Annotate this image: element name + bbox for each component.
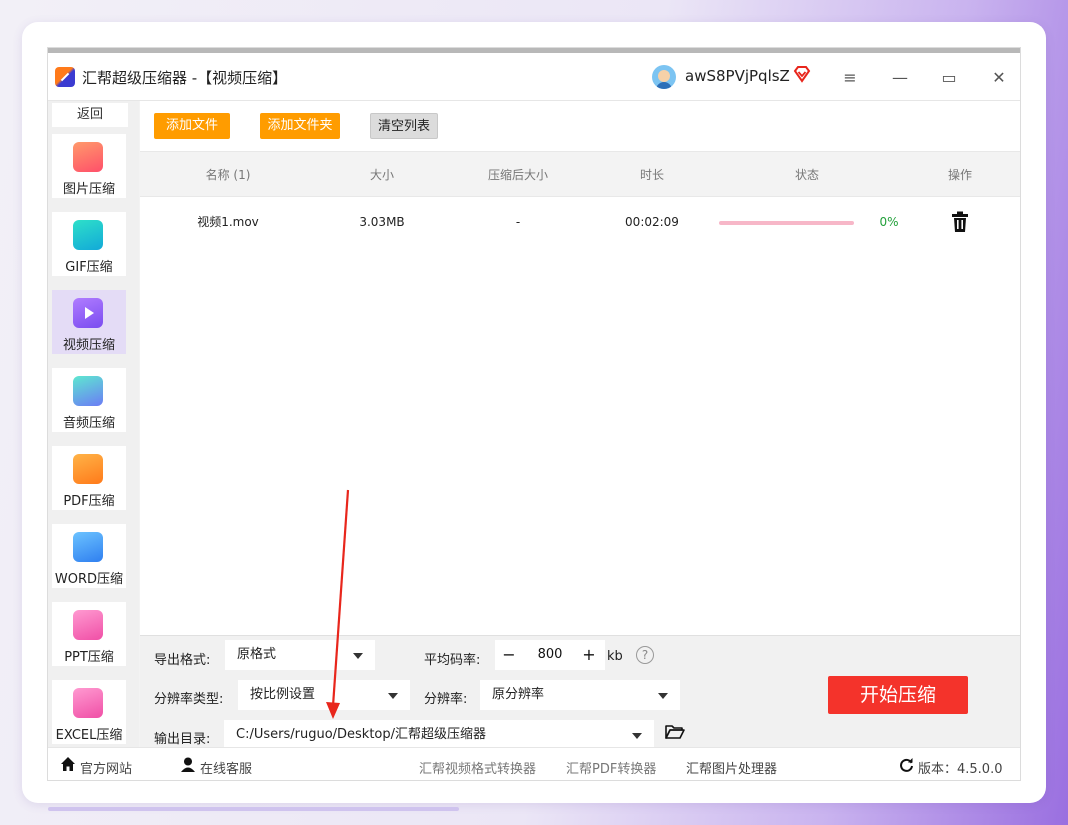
title-bar: 汇帮超级压缩器 -【视频压缩】 awS8PVjPqlsZ ≡ — ▭ ✕ <box>48 53 1020 101</box>
back-button[interactable]: 返回 <box>52 103 128 127</box>
resolution-type-value: 按比例设置 <box>250 687 316 702</box>
resolution-label: 分辨率: <box>424 692 468 707</box>
col-action[interactable]: 操作 <box>930 152 990 198</box>
resolution-select[interactable]: 原分辨率 <box>480 680 680 710</box>
progress-percent: 0% <box>879 215 899 229</box>
sidebar-item-label: PPT压缩 <box>64 650 114 665</box>
image-icon <box>73 142 103 172</box>
bitrate-label: 平均码率: <box>424 653 481 668</box>
sidebar-item-gif[interactable]: GIF压缩 <box>52 212 126 276</box>
sidebar-item-pdf[interactable]: PDF压缩 <box>52 446 126 510</box>
word-icon <box>73 532 103 562</box>
official-website-link[interactable]: 官方网站 <box>80 758 132 777</box>
bottom-accent-strip <box>48 807 459 811</box>
file-name: 视频1.mov <box>197 215 259 229</box>
bitrate-unit: kb <box>607 649 623 664</box>
table-row[interactable]: 视频1.mov 3.03MB - 00:02:09 0% <box>140 199 1020 245</box>
file-size: 3.03MB <box>359 215 405 229</box>
sidebar-item-label: EXCEL压缩 <box>55 728 123 743</box>
start-compress-button[interactable]: 开始压缩 <box>828 676 968 714</box>
pdf-converter-link[interactable]: 汇帮PDF转换器 <box>566 758 656 777</box>
trash-icon[interactable] <box>950 211 970 233</box>
home-icon <box>61 757 75 771</box>
export-format-value: 原格式 <box>237 647 277 662</box>
close-button[interactable]: ✕ <box>987 65 1011 89</box>
gif-icon <box>73 220 103 250</box>
sidebar-item-label: GIF压缩 <box>65 260 113 275</box>
image-processor-link[interactable]: 汇帮图片处理器 <box>686 758 777 777</box>
minimize-button[interactable]: — <box>888 65 912 89</box>
toolbar: 添加文件 添加文件夹 清空列表 <box>140 101 1020 151</box>
app-window: 汇帮超级压缩器 -【视频压缩】 awS8PVjPqlsZ ≡ — ▭ ✕ 返回 … <box>47 47 1021 781</box>
bitrate-value[interactable]: 800 <box>523 640 577 670</box>
add-folder-button[interactable]: 添加文件夹 <box>260 113 340 139</box>
output-dir-value: C:/Users/ruguo/Desktop/汇帮超级压缩器 <box>236 727 487 742</box>
sidebar-item-label: 音频压缩 <box>62 416 115 431</box>
help-icon[interactable]: ? <box>636 646 654 664</box>
output-dir-select[interactable]: C:/Users/ruguo/Desktop/汇帮超级压缩器 <box>224 720 654 750</box>
chevron-down-icon <box>353 653 363 659</box>
username[interactable]: awS8PVjPqlsZ <box>685 67 790 85</box>
bitrate-stepper[interactable]: − 800 + <box>495 640 605 670</box>
compressed-size: - <box>515 215 521 229</box>
app-title: 汇帮超级压缩器 -【视频压缩】 <box>82 69 288 87</box>
menu-button[interactable]: ≡ <box>838 65 862 89</box>
refresh-icon[interactable] <box>898 757 914 773</box>
sidebar-item-label: WORD压缩 <box>54 572 124 587</box>
excel-icon <box>73 688 103 718</box>
sidebar: 返回 图片压缩 GIF压缩 视频压缩 音频压缩 PDF压缩 WORD压缩 PPT… <box>48 101 139 747</box>
resolution-type-select[interactable]: 按比例设置 <box>238 680 410 710</box>
sidebar-item-audio[interactable]: 音频压缩 <box>52 368 126 432</box>
output-dir-label: 输出目录: <box>154 732 211 747</box>
user-avatar[interactable] <box>652 65 676 89</box>
online-service-link[interactable]: 在线客服 <box>200 758 252 777</box>
video-icon <box>73 298 103 328</box>
app-logo-icon <box>55 67 75 87</box>
folder-open-icon[interactable] <box>665 724 685 740</box>
table-header: 名称 (1) 大小 压缩后大小 时长 状态 操作 <box>140 151 1020 198</box>
chevron-down-icon <box>658 693 668 699</box>
vip-diamond-icon[interactable] <box>793 65 811 83</box>
col-compressed-size[interactable]: 压缩后大小 <box>468 152 568 198</box>
customer-service-icon <box>181 757 195 772</box>
sidebar-item-label: PDF压缩 <box>63 494 115 509</box>
maximize-button[interactable]: ▭ <box>937 65 961 89</box>
increase-button[interactable]: + <box>575 640 603 670</box>
duration: 00:02:09 <box>625 215 679 229</box>
sidebar-item-label: 视频压缩 <box>62 338 115 353</box>
audio-icon <box>73 376 103 406</box>
col-size[interactable]: 大小 <box>352 152 412 198</box>
video-converter-link[interactable]: 汇帮视频格式转换器 <box>419 758 536 777</box>
sidebar-item-image[interactable]: 图片压缩 <box>52 134 126 198</box>
progress-bar <box>719 221 854 225</box>
export-format-select[interactable]: 原格式 <box>225 640 375 670</box>
ppt-icon <box>73 610 103 640</box>
sidebar-item-label: 图片压缩 <box>62 182 115 197</box>
sidebar-item-word[interactable]: WORD压缩 <box>52 524 126 588</box>
footer: 官方网站 在线客服 汇帮视频格式转换器 汇帮PDF转换器 汇帮图片处理器 版本：… <box>48 747 1020 780</box>
clear-list-button[interactable]: 清空列表 <box>370 113 438 139</box>
sidebar-item-ppt[interactable]: PPT压缩 <box>52 602 126 666</box>
export-format-label: 导出格式: <box>154 653 211 668</box>
resolution-value: 原分辨率 <box>492 687 545 702</box>
col-status[interactable]: 状态 <box>777 152 837 198</box>
settings-panel: 导出格式: 原格式 平均码率: − 800 + kb ? 分辨率类型: 按比例设… <box>140 635 1020 750</box>
col-duration[interactable]: 时长 <box>622 152 682 198</box>
pdf-icon <box>73 454 103 484</box>
add-file-button[interactable]: 添加文件 <box>154 113 230 139</box>
sidebar-item-video[interactable]: 视频压缩 <box>52 290 126 354</box>
col-name[interactable]: 名称 (1) <box>178 152 278 198</box>
chevron-down-icon <box>632 733 642 739</box>
decrease-button[interactable]: − <box>495 640 523 670</box>
chevron-down-icon <box>388 693 398 699</box>
resolution-type-label: 分辨率类型: <box>154 692 224 707</box>
main-content: 添加文件 添加文件夹 清空列表 名称 (1) 大小 压缩后大小 时长 状态 操作… <box>140 101 1020 750</box>
sidebar-item-excel[interactable]: EXCEL压缩 <box>52 680 126 744</box>
version-label: 版本：4.5.0.0 <box>918 762 1003 777</box>
